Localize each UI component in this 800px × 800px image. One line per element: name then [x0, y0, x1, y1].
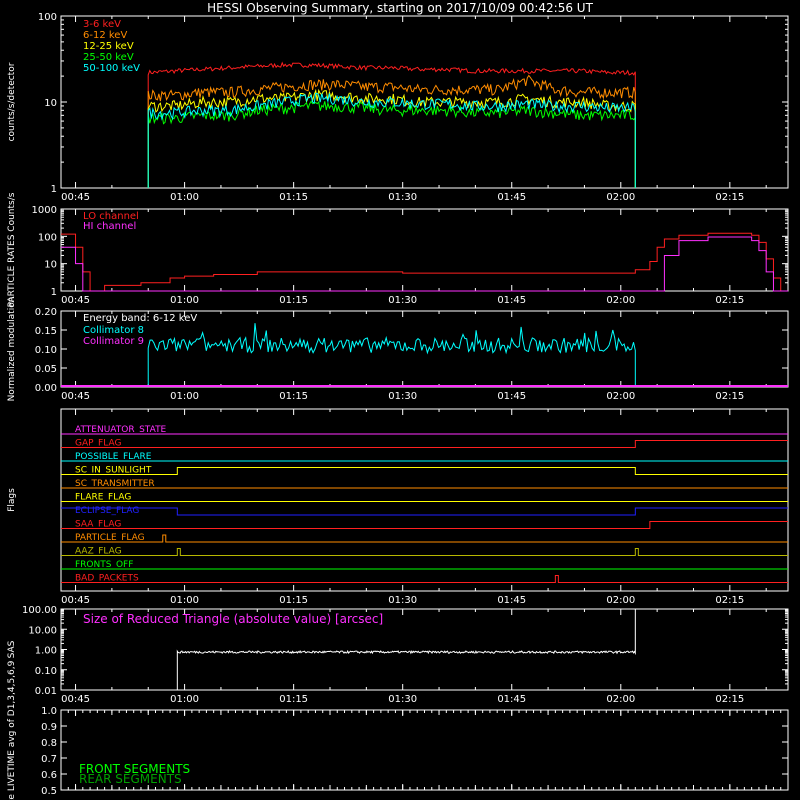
y-tick-label: 10	[44, 260, 57, 271]
y-tick-label: 0.9	[41, 722, 57, 733]
y-tick-label: 10	[44, 98, 57, 109]
flag-label: FLARE_FLAG	[75, 493, 131, 503]
x-tick-label: 02:00	[606, 391, 635, 402]
chart-title: HESSI Observing Summary, starting on 201…	[207, 1, 593, 15]
x-tick-label: 01:15	[279, 694, 308, 705]
legend-entry: 25-50 keV	[83, 52, 134, 63]
flag-label: SC_TRANSMITTER	[75, 479, 155, 489]
y-tick-label: 0.00	[35, 383, 57, 394]
legend-entry: Collimator 9	[83, 336, 144, 347]
flag-label: PARTICLE_FLAG	[75, 533, 145, 543]
flag-label: FRONTS_OFF	[75, 560, 133, 570]
y-axis-label: PARTICLE RATES Counts/s	[7, 192, 17, 307]
y-tick-label: 0.7	[41, 754, 57, 765]
y-tick-label: 0.10	[35, 666, 57, 677]
legend-entry: 50-100 keV	[83, 63, 140, 74]
observing-summary-chart: HESSI Observing Summary, starting on 201…	[0, 0, 800, 800]
legend-entry: Collimator 8	[83, 325, 144, 336]
x-tick-label: 01:15	[279, 595, 308, 606]
flag-label: ECLIPSE_FLAG	[75, 506, 139, 516]
x-tick-label: 01:45	[497, 391, 526, 402]
x-tick-label: 01:45	[497, 694, 526, 705]
x-tick-label: 01:30	[388, 192, 417, 203]
legend-entry: 12-25 keV	[83, 41, 134, 52]
flag-label: SAA_FLAG	[75, 520, 121, 530]
x-tick-label: 02:00	[606, 295, 635, 306]
y-tick-label: 10.00	[28, 625, 57, 636]
x-tick-label: 02:15	[715, 595, 744, 606]
y-tick-label: 1.00	[35, 646, 57, 657]
y-tick-label: 0.05	[35, 364, 57, 375]
x-tick-label: 02:15	[715, 295, 744, 306]
x-tick-label: 01:15	[279, 391, 308, 402]
y-axis-label: counts/s/detector	[7, 62, 17, 141]
flag-label: BAD_PACKETS	[75, 574, 139, 584]
y-tick-label: 100	[38, 12, 57, 23]
y-tick-label: 1	[51, 184, 57, 195]
legend-entry: 3-6 keV	[83, 19, 121, 30]
flag-label: SC_IN_SUNLIGHT	[75, 466, 152, 476]
x-tick-label: 00:45	[61, 595, 90, 606]
legend-entry: REAR SEGMENTS	[79, 772, 182, 786]
y-tick-label: 100.00	[22, 605, 57, 616]
y-tick-label: 100	[38, 232, 57, 243]
x-tick-label: 02:00	[606, 595, 635, 606]
x-tick-label: 01:45	[497, 595, 526, 606]
flag-label: POSSIBLE_FLARE	[75, 452, 152, 462]
y-axis-label: Mon. Rate LIVETIME avg of D1,3,4,5,6,9	[7, 660, 17, 800]
legend-entry: HI channel	[83, 221, 136, 232]
flag-label: GAP_FLAG	[75, 439, 121, 449]
legend-entry: 6-12 keV	[83, 30, 127, 41]
x-tick-label: 02:15	[715, 192, 744, 203]
x-tick-label: 00:45	[61, 694, 90, 705]
x-tick-label: 01:00	[170, 595, 199, 606]
y-axis-label: Normalized modulation	[7, 297, 17, 402]
y-tick-label: 0.8	[41, 738, 57, 749]
sas-annotation: Size of Reduced Triangle (absolute value…	[83, 612, 383, 626]
x-tick-label: 02:00	[606, 192, 635, 203]
y-tick-label: 1000	[32, 205, 57, 216]
x-tick-label: 01:30	[388, 595, 417, 606]
x-tick-label: 01:45	[497, 192, 526, 203]
y-tick-label: 0.20	[35, 307, 57, 318]
x-tick-label: 01:00	[170, 192, 199, 203]
x-tick-label: 01:15	[279, 192, 308, 203]
x-tick-label: 01:00	[170, 295, 199, 306]
x-tick-label: 02:00	[606, 694, 635, 705]
x-tick-label: 01:30	[388, 391, 417, 402]
x-tick-label: 01:45	[497, 295, 526, 306]
y-tick-label: 0.15	[35, 326, 57, 337]
y-tick-label: 0.01	[35, 686, 57, 697]
x-tick-label: 01:30	[388, 295, 417, 306]
x-tick-label: 00:45	[61, 295, 90, 306]
y-tick-label: 1.0	[41, 706, 57, 717]
x-tick-label: 01:15	[279, 295, 308, 306]
x-tick-label: 02:15	[715, 694, 744, 705]
x-tick-label: 00:45	[61, 192, 90, 203]
x-tick-label: 02:15	[715, 391, 744, 402]
flag-label: ATTENUATOR_STATE	[75, 425, 167, 435]
y-axis-label: SAS	[7, 640, 17, 658]
y-tick-label: 0.6	[41, 770, 57, 781]
x-tick-label: 01:00	[170, 391, 199, 402]
y-tick-label: 1	[51, 287, 57, 298]
y-tick-label: 0.10	[35, 345, 57, 356]
energy-band-label: Energy band: 6-12 keV	[83, 313, 197, 324]
x-tick-label: 01:00	[170, 694, 199, 705]
y-axis-label: Flags	[7, 488, 17, 512]
flag-label: AAZ_FLAG	[75, 547, 122, 557]
x-tick-label: 00:45	[61, 391, 90, 402]
y-tick-label: 0.5	[41, 786, 57, 797]
x-tick-label: 01:30	[388, 694, 417, 705]
